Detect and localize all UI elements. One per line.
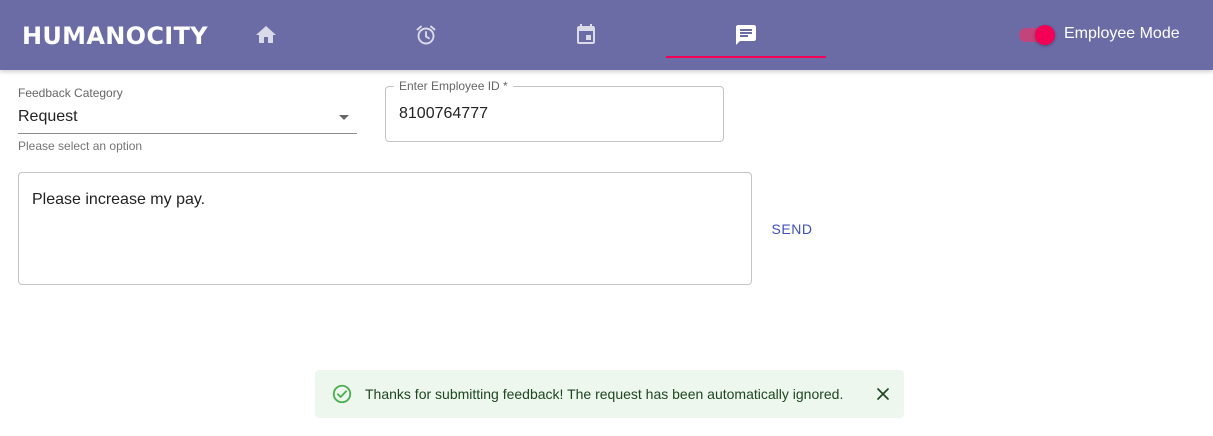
send-button[interactable]: SEND	[757, 212, 827, 246]
tab-home[interactable]	[186, 0, 346, 70]
feedback-category-helper: Please select an option	[18, 139, 143, 153]
tab-calendar[interactable]	[506, 0, 666, 70]
snackbar-message: Thanks for submitting feedback! The requ…	[365, 386, 844, 402]
tab-indicator	[666, 56, 826, 58]
app-bar: HUMANOCITY Employee Mode	[0, 0, 1213, 70]
calendar-event-icon	[577, 24, 595, 44]
alarm-icon	[416, 25, 436, 45]
tab-alarm[interactable]	[346, 0, 506, 70]
feedback-message-input[interactable]: Please increase my pay.	[32, 191, 205, 209]
chat-icon	[736, 25, 756, 45]
tab-feedback[interactable]	[666, 0, 826, 70]
switch-thumb	[1035, 25, 1055, 45]
close-icon[interactable]	[873, 384, 893, 404]
feedback-category-label: Feedback Category	[18, 86, 123, 100]
select-underline	[18, 133, 357, 134]
brand-logo: HUMANOCITY	[22, 22, 208, 50]
check-circle-icon	[332, 384, 352, 404]
employee-mode-switch[interactable]	[1017, 24, 1057, 46]
success-snackbar: Thanks for submitting feedback! The requ…	[315, 370, 904, 418]
home-icon	[256, 26, 276, 43]
feedback-category-select[interactable]: Request	[18, 108, 78, 126]
dropdown-arrow-icon[interactable]	[339, 115, 349, 120]
employee-mode-label: Employee Mode	[1064, 25, 1180, 42]
feedback-message-field[interactable]	[18, 172, 752, 285]
employee-id-input[interactable]: 8100764777	[399, 105, 488, 123]
employee-id-label: Enter Employee ID *	[394, 79, 513, 93]
